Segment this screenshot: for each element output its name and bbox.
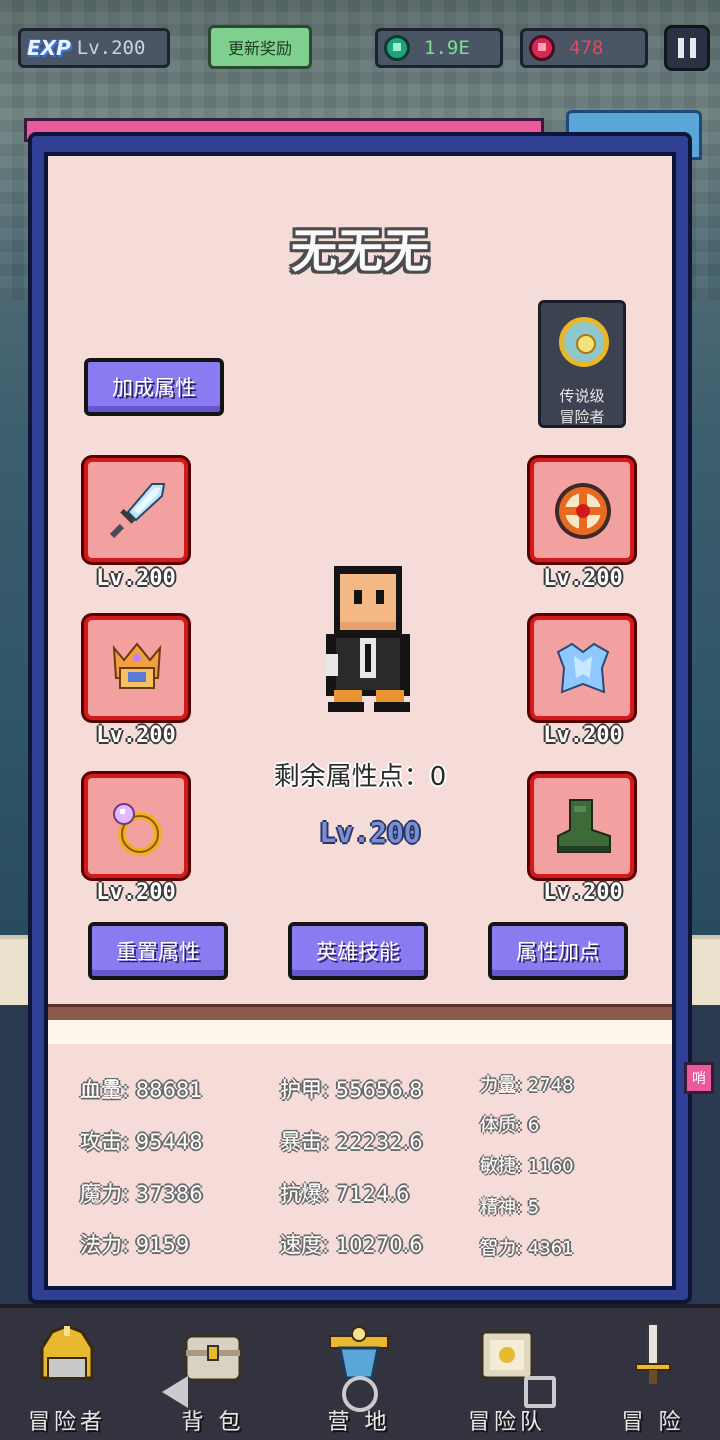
shield-level: Lv.200 [543, 566, 623, 591]
emerald-icon [384, 35, 410, 61]
weapon-level: Lv.200 [96, 566, 176, 591]
stat-attack: 攻击: 95448 [80, 1130, 203, 1154]
hero-skills-button[interactable]: 英雄技能 [288, 922, 428, 980]
hero-name: 无无无 [291, 224, 429, 278]
nav-label-adventure: 冒 险 [621, 1410, 685, 1435]
system-back-icon[interactable] [162, 1376, 188, 1408]
ruby-counter[interactable]: 478 [520, 28, 648, 68]
sword-icon [109, 483, 166, 539]
nav-adventure[interactable]: 冒 险 [598, 1318, 708, 1436]
helmet-nav-icon [40, 1324, 94, 1380]
chest-nav-icon [184, 1334, 242, 1382]
armor-icon [556, 642, 610, 694]
stat-strength: 力量: 2748 [480, 1075, 574, 1096]
helmet-icon [112, 642, 162, 689]
pause-button[interactable] [664, 25, 710, 71]
stat-spirit: 精神: 5 [480, 1197, 540, 1218]
equip-slot-helmet[interactable] [84, 616, 188, 720]
rank-label-2: 冒险者 [559, 408, 605, 426]
rank-badge[interactable]: 传说级 冒险者 [538, 300, 626, 428]
equip-slot-boots[interactable] [530, 774, 634, 878]
rank-label-1: 传说级 [559, 387, 605, 405]
hero-sprite [326, 566, 410, 712]
stat-mana: 法力: 9159 [80, 1233, 190, 1257]
bonus-attributes-button[interactable]: 加成属性 [84, 358, 224, 416]
armor-level: Lv.200 [543, 723, 623, 748]
side-tab[interactable]: 哨 [684, 1062, 714, 1094]
refresh-reward-button[interactable]: 更新奖励 [208, 25, 312, 69]
equip-slot-ring[interactable] [84, 774, 188, 878]
gem-value: 1.9E [424, 37, 470, 59]
gem-counter[interactable]: 1.9E [375, 28, 503, 68]
nav-label-team: 冒险队 [467, 1410, 546, 1435]
stat-hp: 血量: 88681 [80, 1078, 203, 1102]
shield-icon [555, 483, 611, 539]
ruby-icon [529, 35, 555, 61]
legend-emblem-icon [559, 317, 609, 367]
nav-adventurer[interactable]: 冒险者 [12, 1318, 122, 1436]
ring-icon [113, 803, 162, 856]
boots-level: Lv.200 [543, 880, 623, 905]
hero-level: Lv.200 [319, 816, 421, 849]
equip-slot-shield[interactable] [530, 458, 634, 562]
nav-label-backpack: 背 包 [181, 1410, 245, 1435]
equip-slot-armor[interactable] [530, 616, 634, 720]
exp-display: EXP Lv.200 [18, 28, 170, 68]
system-recents-icon[interactable] [524, 1376, 556, 1408]
sword-nav-icon [635, 1323, 671, 1384]
stat-agility: 敏捷: 1160 [480, 1156, 574, 1177]
allocate-points-button[interactable]: 属性加点 [488, 922, 628, 980]
stat-intelligence: 智力: 4361 [480, 1238, 574, 1259]
exp-tag: EXP [27, 36, 71, 60]
remaining-points: 剩余属性点：0 [273, 762, 447, 792]
stat-speed: 速度: 10270.6 [280, 1233, 423, 1257]
stat-crit: 暴击: 22232.6 [280, 1130, 423, 1154]
stat-magic: 魔力: 37386 [80, 1182, 203, 1206]
reset-attributes-button[interactable]: 重置属性 [88, 922, 228, 980]
player-level: Lv.200 [76, 37, 146, 59]
ring-level: Lv.200 [96, 880, 176, 905]
stat-armor: 护甲: 55656.8 [280, 1078, 423, 1102]
equip-slot-weapon[interactable] [84, 458, 188, 562]
boots-icon [557, 799, 611, 853]
stat-constitution: 体质: 6 [480, 1115, 540, 1136]
system-home-icon[interactable] [342, 1376, 378, 1412]
stat-crit-resist: 抗爆: 7124.6 [280, 1182, 410, 1206]
helmet-level: Lv.200 [96, 723, 176, 748]
pause-icon [678, 38, 684, 58]
ruby-value: 478 [569, 37, 604, 59]
nav-label-adventurer: 冒险者 [27, 1410, 106, 1435]
